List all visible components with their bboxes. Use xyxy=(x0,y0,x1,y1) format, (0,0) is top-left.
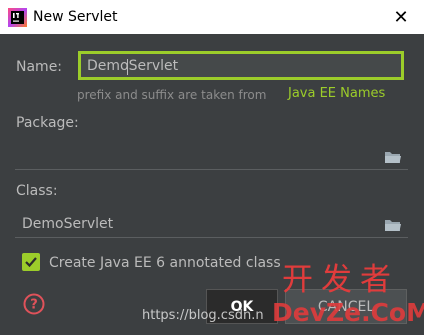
package-combo[interactable] xyxy=(15,142,408,170)
class-combo[interactable]: DemoServlet xyxy=(15,210,408,238)
java-ee-names-link[interactable]: Java EE Names xyxy=(288,86,385,102)
name-field[interactable] xyxy=(78,51,404,80)
name-hint: prefix and suffix are taken from xyxy=(77,88,267,102)
class-label: Class: xyxy=(16,183,58,199)
annotated-class-checkbox[interactable] xyxy=(22,253,40,271)
svg-text:?: ? xyxy=(30,298,38,313)
name-input[interactable] xyxy=(81,54,401,77)
watermark-chinese: 开发者 xyxy=(282,262,399,298)
title-bar: New Servlet ✕ xyxy=(0,0,424,34)
folder-icon[interactable] xyxy=(384,149,402,163)
text-caret xyxy=(127,59,128,75)
annotated-class-label[interactable]: Create Java EE 6 annotated class xyxy=(49,254,281,272)
intellij-app-icon xyxy=(8,8,27,27)
name-label: Name: xyxy=(16,59,63,75)
checkmark-icon xyxy=(25,257,37,268)
help-icon[interactable]: ? xyxy=(23,293,45,315)
watermark-url: https://blog.csdn.n xyxy=(142,308,264,323)
folder-icon[interactable] xyxy=(384,217,402,231)
package-label: Package: xyxy=(16,115,79,131)
window-title: New Servlet xyxy=(33,9,118,25)
class-value: DemoServlet xyxy=(22,216,114,232)
close-icon[interactable]: ✕ xyxy=(378,0,424,34)
watermark-devze: DevZe.CoM xyxy=(272,298,424,327)
new-servlet-dialog: New Servlet ✕ Name: prefix and suffix ar… xyxy=(0,0,424,335)
